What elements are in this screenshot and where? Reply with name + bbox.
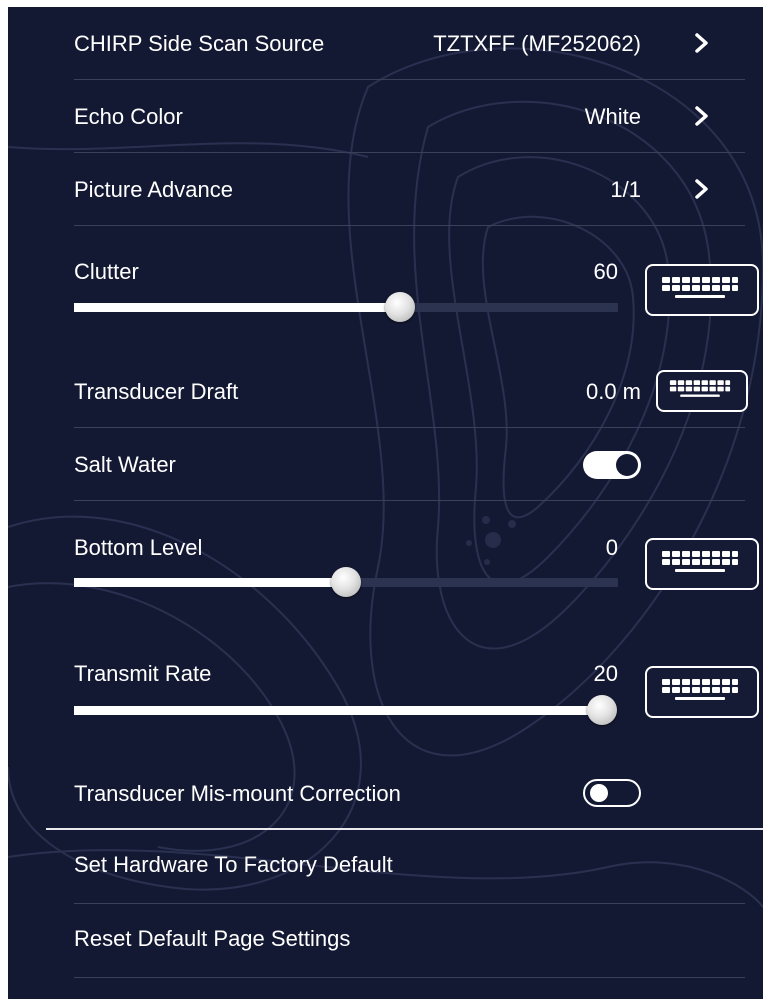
toggle-knob bbox=[616, 454, 638, 476]
section-divider bbox=[46, 828, 763, 830]
transmit-rate-keyboard-button[interactable] bbox=[645, 666, 759, 718]
keyboard-icon bbox=[662, 277, 738, 298]
settings-panel: CHIRP Side Scan Source TZTXFF (MF252062)… bbox=[8, 7, 763, 999]
transmit-rate-slider-fill bbox=[74, 706, 602, 715]
transmit-rate-value: 20 bbox=[593, 661, 618, 686]
transducer-draft-keyboard-button[interactable] bbox=[656, 370, 748, 412]
picture-advance-label: Picture Advance bbox=[74, 177, 233, 202]
clutter-value: 60 bbox=[593, 259, 618, 284]
divider bbox=[74, 152, 745, 153]
keyboard-icon bbox=[662, 551, 738, 572]
echo-color-value: White bbox=[584, 104, 641, 129]
transmit-rate-slider-thumb[interactable] bbox=[587, 695, 617, 725]
chirp-source-label: CHIRP Side Scan Source bbox=[74, 31, 325, 56]
reset-page-button[interactable]: Reset Default Page Settings bbox=[74, 926, 350, 952]
clutter-label: Clutter bbox=[74, 259, 139, 284]
factory-default-button[interactable]: Set Hardware To Factory Default bbox=[74, 852, 393, 878]
bottom-level-value: 0 bbox=[605, 535, 618, 560]
bottom-level-slider-fill bbox=[74, 578, 346, 587]
divider bbox=[74, 977, 745, 978]
salt-water-toggle[interactable] bbox=[583, 451, 641, 479]
transducer-draft-value: 0.0 m bbox=[585, 379, 641, 404]
divider bbox=[74, 500, 745, 501]
divider bbox=[74, 225, 745, 226]
chirp-source-value: TZTXFF (MF252062) bbox=[433, 31, 641, 56]
clutter-slider[interactable] bbox=[74, 292, 618, 322]
salt-water-label: Salt Water bbox=[74, 452, 176, 477]
keyboard-icon bbox=[662, 679, 738, 700]
transmit-rate-label: Transmit Rate bbox=[74, 661, 212, 686]
chevron-right-icon bbox=[695, 179, 708, 199]
bottom-level-slider[interactable] bbox=[74, 567, 618, 597]
divider bbox=[74, 79, 745, 80]
transmit-rate-slider[interactable] bbox=[74, 695, 617, 725]
echo-color-label: Echo Color bbox=[74, 104, 183, 129]
clutter-slider-thumb[interactable] bbox=[385, 292, 415, 322]
mis-mount-toggle[interactable] bbox=[583, 779, 641, 807]
bottom-level-label: Bottom Level bbox=[74, 535, 203, 560]
keyboard-icon bbox=[669, 380, 731, 397]
clutter-keyboard-button[interactable] bbox=[645, 264, 759, 316]
bottom-level-slider-thumb[interactable] bbox=[331, 567, 361, 597]
contour-background bbox=[8, 47, 763, 908]
picture-advance-value: 1/1 bbox=[610, 177, 641, 202]
clutter-slider-fill bbox=[74, 303, 400, 312]
chevron-right-icon bbox=[695, 33, 708, 53]
chevron-right-icon bbox=[695, 106, 708, 126]
divider bbox=[74, 427, 745, 428]
mis-mount-label: Transducer Mis-mount Correction bbox=[74, 781, 401, 806]
transducer-draft-label: Transducer Draft bbox=[74, 379, 239, 404]
divider bbox=[74, 903, 745, 904]
bottom-level-keyboard-button[interactable] bbox=[645, 538, 759, 590]
toggle-knob bbox=[590, 784, 608, 802]
